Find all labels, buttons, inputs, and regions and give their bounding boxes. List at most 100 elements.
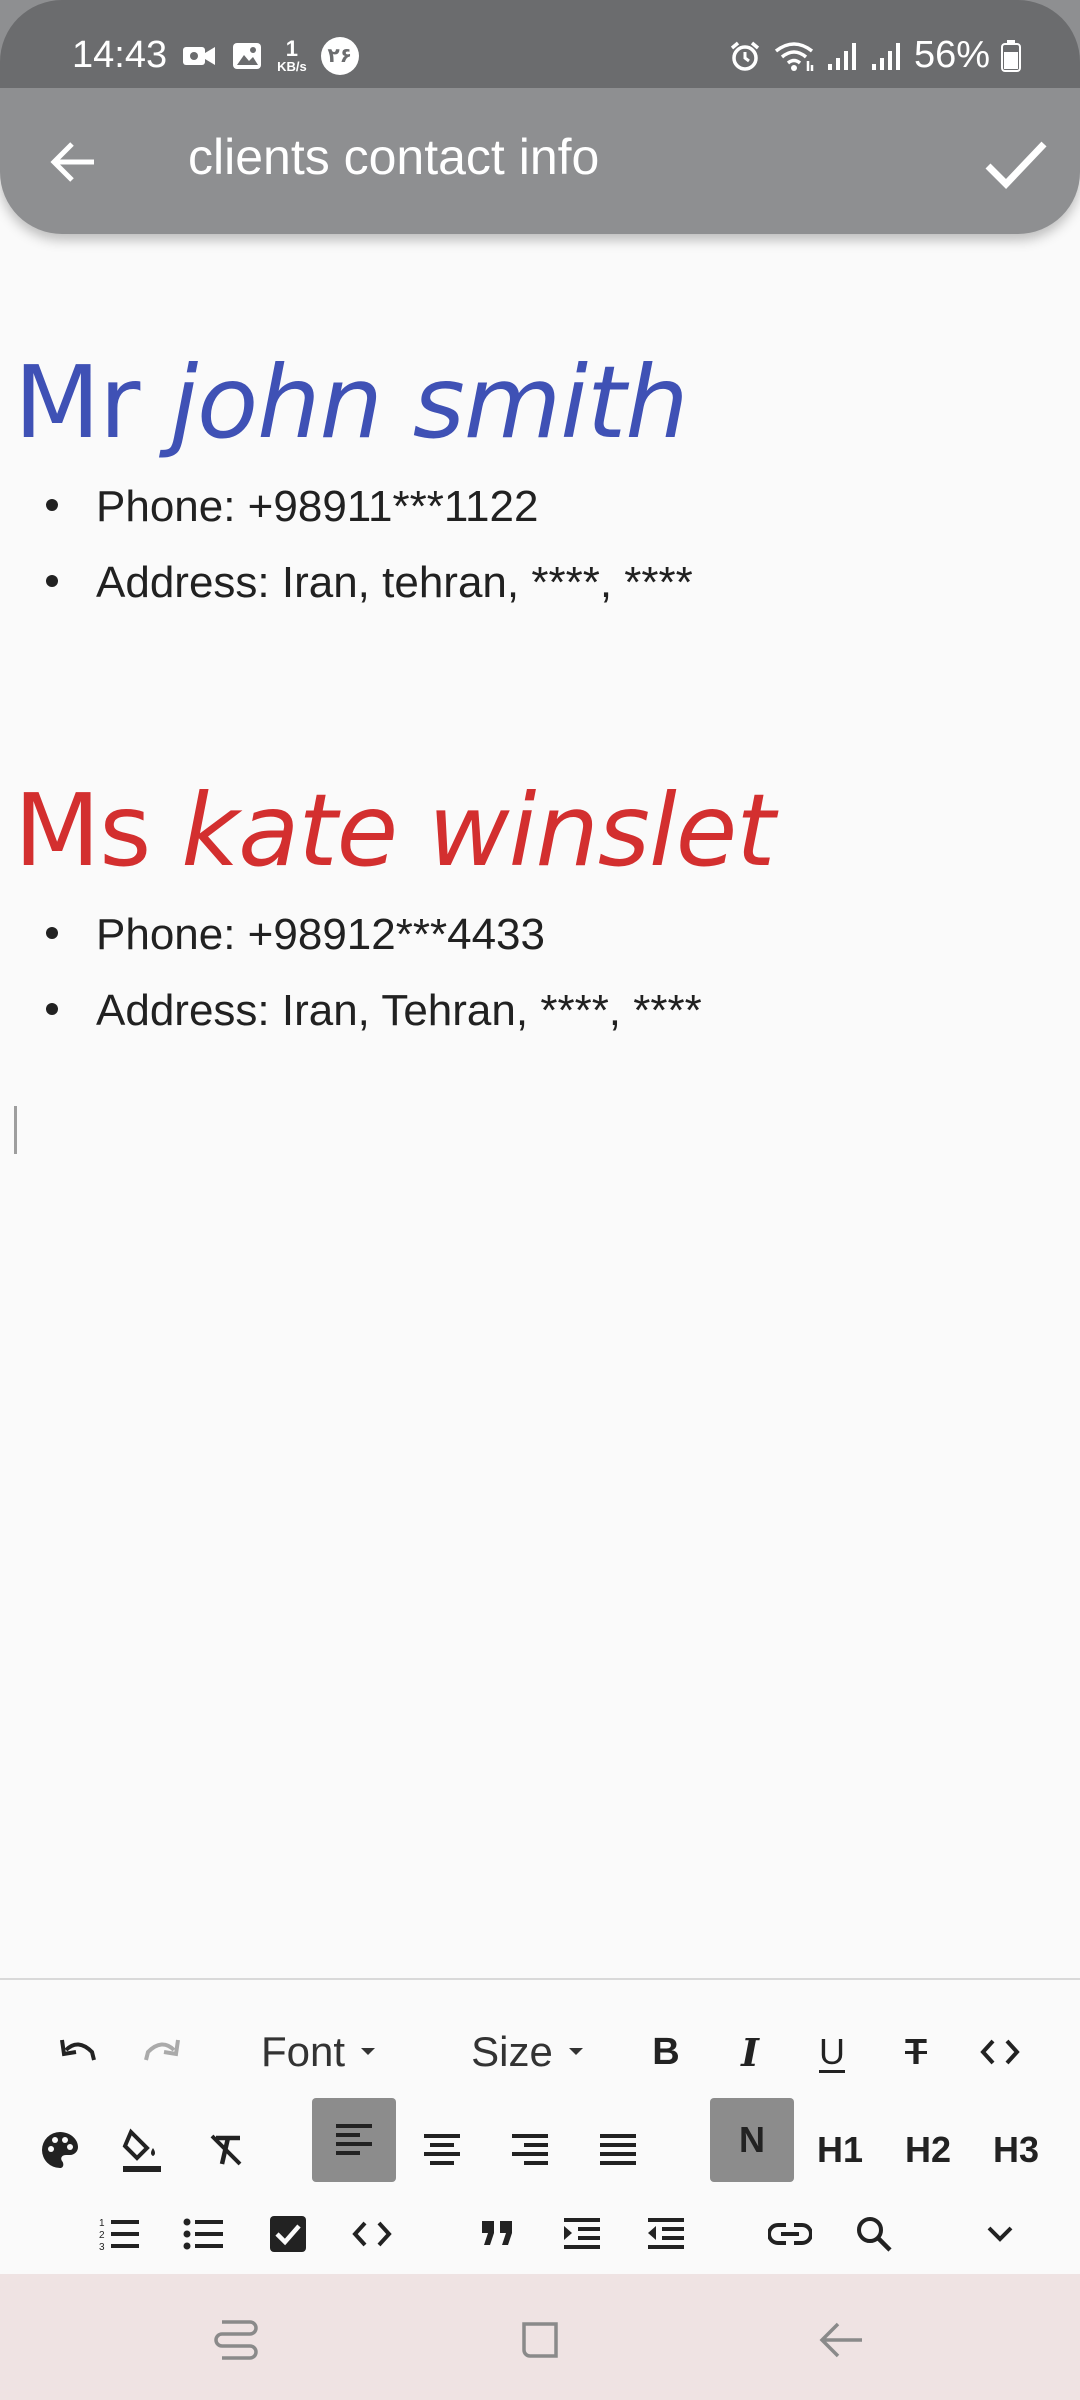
collapse-toolbar-button[interactable] [970, 2204, 1030, 2264]
strikethrough-button[interactable]: T [886, 2022, 946, 2082]
align-center-icon [424, 2134, 460, 2165]
heading-1-label: H1 [816, 2129, 864, 2170]
home-button[interactable] [510, 2310, 570, 2370]
text-color-button[interactable] [30, 2116, 90, 2184]
align-center-button[interactable] [412, 2116, 472, 2184]
underline-icon: U [819, 2031, 845, 2072]
checklist-button[interactable] [258, 2204, 318, 2264]
text-cursor [14, 1106, 17, 1154]
contact-1-address: Address: Iran, tehran, ****, **** [46, 558, 693, 608]
code-block-icon [352, 2221, 392, 2247]
heading-1-button[interactable]: H1 [808, 2116, 872, 2184]
home-icon [522, 2322, 558, 2358]
italic-button[interactable]: I [720, 2022, 780, 2082]
network-speed-value: 1 [285, 36, 299, 61]
svg-text:2: 2 [99, 2230, 105, 2241]
back-icon [819, 2322, 862, 2358]
palette-icon [42, 2132, 78, 2168]
align-right-icon [512, 2134, 548, 2165]
wifi-icon [772, 39, 816, 73]
link-button[interactable] [760, 2204, 820, 2264]
bulleted-list-icon [183, 2218, 223, 2250]
align-right-button[interactable] [500, 2116, 560, 2184]
size-dropdown[interactable]: Size [458, 2020, 598, 2084]
indent-decrease-icon [648, 2218, 684, 2249]
underline-button[interactable]: U [802, 2022, 862, 2082]
caret-down-icon [568, 2048, 583, 2055]
notification-badge-text: ۲۶ [327, 45, 352, 67]
redo-icon [144, 2039, 180, 2061]
save-button[interactable] [980, 128, 1052, 200]
contact-1-heading: Mr john smith [14, 344, 689, 461]
chevron-down-icon [987, 2226, 1013, 2242]
bullet-icon [46, 499, 58, 512]
contact-2-phone: Phone: +98912***4433 [46, 910, 545, 960]
redo-button[interactable] [132, 2022, 192, 2082]
search-button[interactable] [844, 2204, 904, 2264]
undo-button[interactable] [48, 2022, 108, 2082]
heading-2-label: H2 [904, 2129, 952, 2170]
page-title: clients contact info [188, 129, 600, 185]
check-icon [985, 141, 1047, 190]
indent-button[interactable] [552, 2204, 612, 2264]
gallery-icon [231, 41, 263, 71]
contact-1-phone: Phone: +98911***1122 [46, 482, 538, 532]
checkbox-icon [270, 2216, 306, 2252]
alarm-icon [728, 39, 762, 73]
battery-percent: 56% [913, 34, 990, 76]
contact-2-prefix: Ms [14, 772, 151, 889]
contact-1-prefix: Mr [14, 344, 140, 461]
video-call-icon [181, 41, 217, 71]
strikethrough-icon: T [905, 2031, 927, 2072]
heading-3-button[interactable]: H3 [984, 2116, 1048, 2184]
top-header: 14:43 1 KB/s ۲۶ 56% clients contact info [0, 0, 1080, 234]
signal-1-icon [826, 40, 860, 72]
highlight-color-button[interactable] [112, 2116, 172, 2184]
heading-2-button[interactable]: H2 [896, 2116, 960, 2184]
contact-2-address-text: Address: Iran, Tehran, ****, **** [96, 986, 702, 1035]
arrow-back-icon [50, 142, 94, 182]
font-dropdown-label: Font [260, 2028, 346, 2075]
contact-2-phone-text: Phone: +98912***4433 [96, 910, 545, 959]
clear-format-button[interactable] [196, 2116, 256, 2184]
svg-text:1: 1 [99, 2218, 105, 2229]
system-nav-bar [0, 2274, 1080, 2400]
recent-apps-button[interactable] [206, 2310, 266, 2370]
outdent-button[interactable] [636, 2204, 696, 2264]
notification-badge-icon: ۲۶ [320, 36, 359, 75]
contact-1-address-text: Address: Iran, tehran, ****, **** [96, 558, 693, 607]
heading-3-label: H3 [992, 2129, 1040, 2170]
contact-1-name: john smith [170, 344, 688, 461]
contact-2-address: Address: Iran, Tehran, ****, **** [46, 986, 702, 1036]
search-icon [857, 2217, 892, 2252]
bold-button[interactable]: B [636, 2022, 696, 2082]
nav-back-button[interactable] [812, 2310, 872, 2370]
back-button[interactable] [44, 132, 104, 192]
formatting-toolbar: Font Size B I U T N H1 H2 H3 1 2 3 [0, 1978, 1080, 2276]
app-bar: clients contact info [0, 88, 1080, 234]
status-time: 14:43 [72, 34, 168, 76]
recent-apps-icon [214, 2320, 258, 2360]
link-icon [768, 2223, 812, 2245]
network-speed-unit: KB/s [277, 59, 307, 74]
code-block-button[interactable] [342, 2204, 402, 2264]
size-dropdown-label: Size [471, 2028, 553, 2075]
bold-icon: B [652, 2030, 680, 2073]
clear-format-icon [210, 2134, 242, 2166]
normal-text-button[interactable]: N [710, 2098, 794, 2182]
quote-icon [482, 2221, 512, 2245]
font-dropdown[interactable]: Font [244, 2020, 394, 2084]
battery-icon [1000, 39, 1022, 73]
inline-code-button[interactable] [970, 2022, 1030, 2082]
align-justify-button[interactable] [588, 2116, 648, 2184]
numbered-list-icon: 123 [99, 2218, 139, 2252]
signal-2-icon [870, 40, 904, 72]
align-left-icon [336, 2124, 372, 2155]
bulleted-list-button[interactable] [174, 2204, 234, 2264]
numbered-list-button[interactable]: 123 [90, 2204, 150, 2264]
align-left-button[interactable] [312, 2098, 396, 2182]
contact-1-phone-text: Phone: +98911***1122 [96, 482, 539, 531]
code-icon [980, 2039, 1020, 2065]
undo-icon [60, 2039, 96, 2061]
quote-button[interactable] [468, 2204, 528, 2264]
